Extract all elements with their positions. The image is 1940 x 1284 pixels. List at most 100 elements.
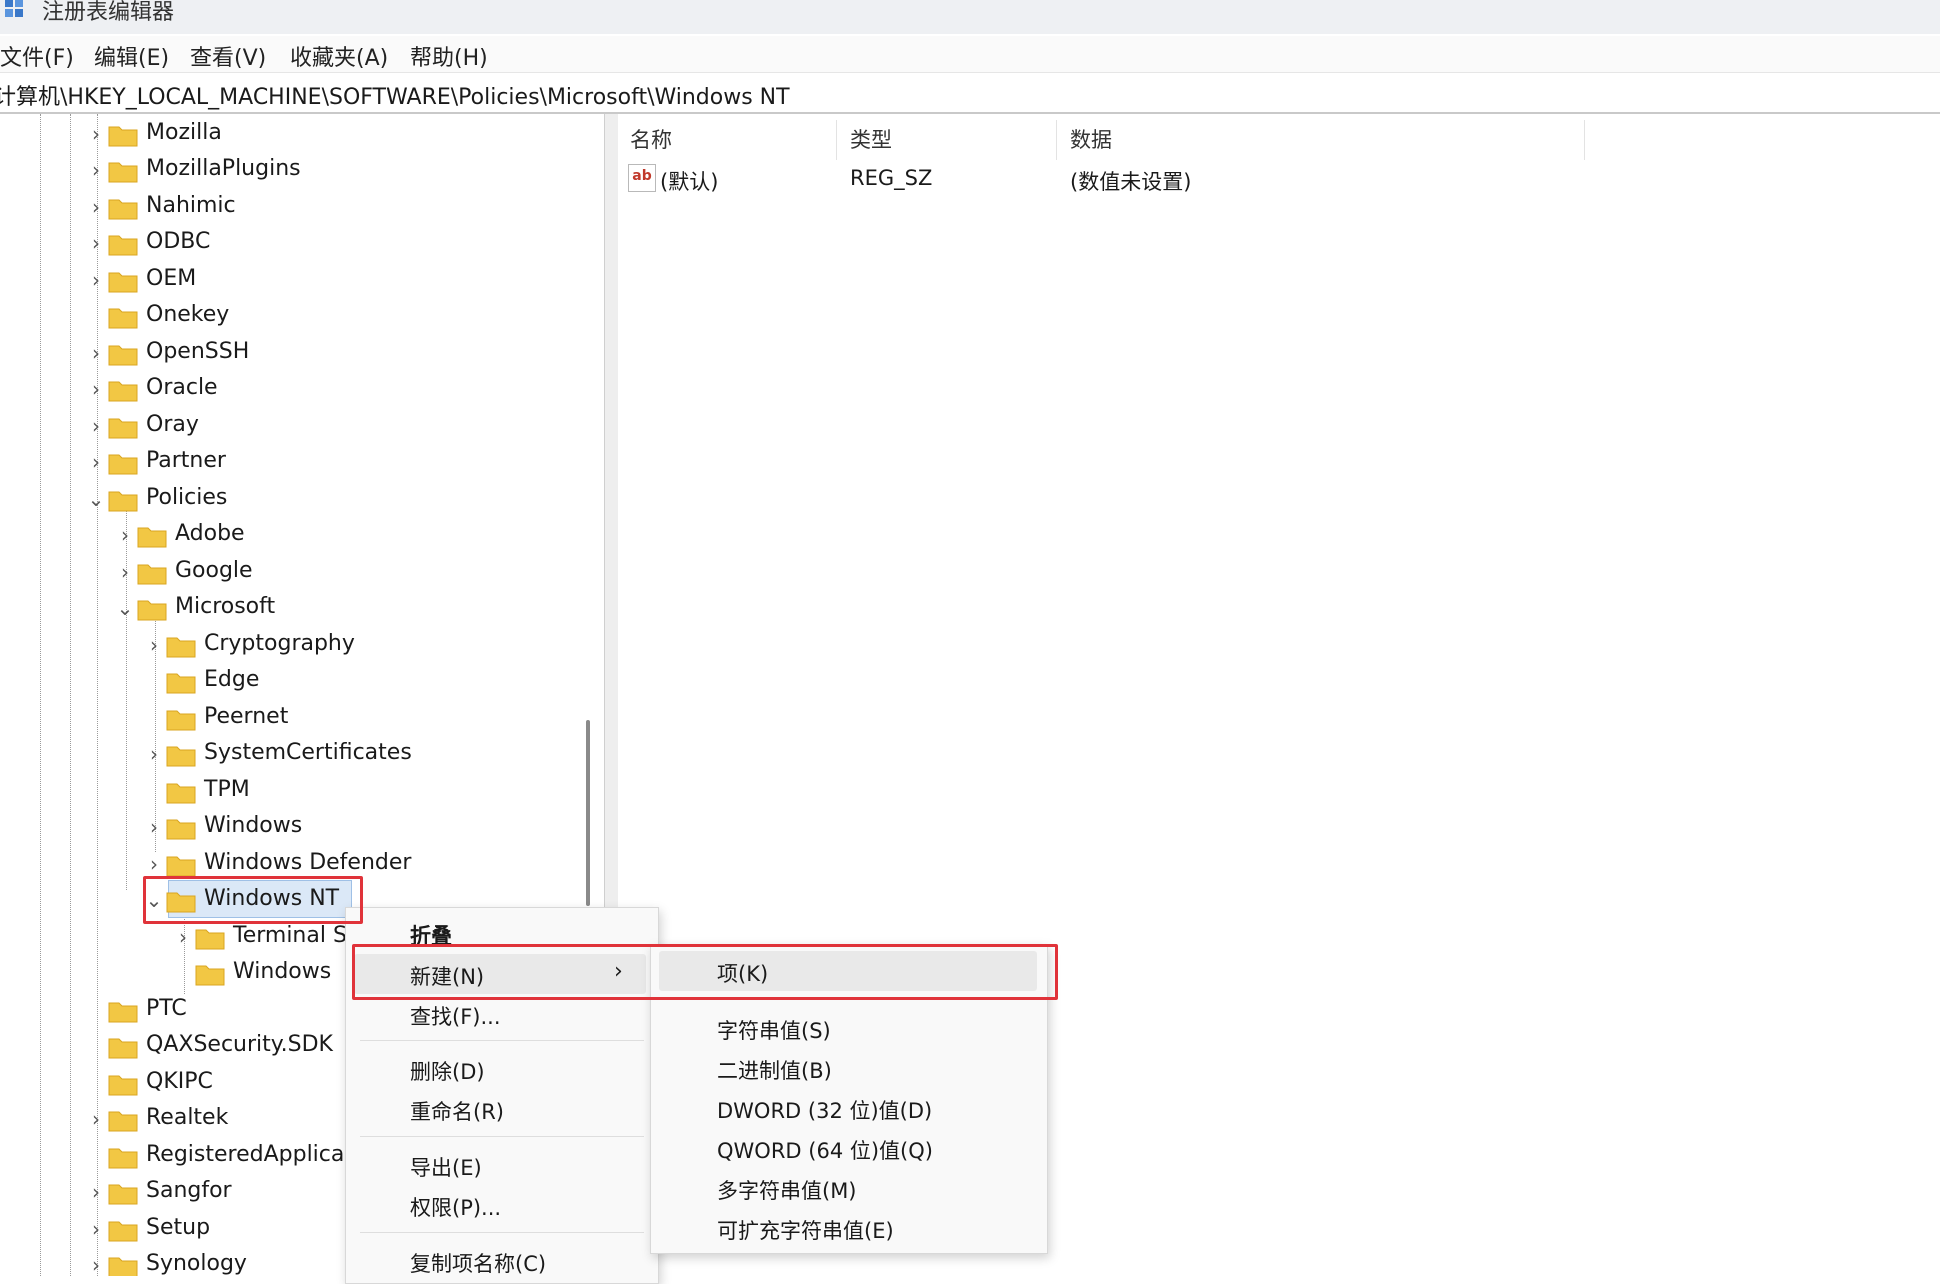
chevron-right-icon[interactable]: › bbox=[115, 558, 135, 586]
column-divider[interactable] bbox=[836, 120, 837, 160]
tree-item-label: ODBC bbox=[146, 229, 211, 254]
window-title: 注册表编辑器 bbox=[42, 0, 175, 25]
column-divider[interactable] bbox=[1056, 120, 1057, 160]
menu-separator bbox=[360, 1040, 644, 1041]
chevron-right-icon[interactable]: › bbox=[86, 229, 106, 257]
folder-icon bbox=[108, 126, 138, 147]
menu-separator bbox=[360, 1232, 644, 1233]
folder-icon bbox=[108, 1257, 138, 1276]
tree-item-label: Nahimic bbox=[146, 193, 236, 218]
chevron-right-icon[interactable]: › bbox=[86, 448, 106, 476]
tree-item-label: Windows bbox=[204, 813, 303, 838]
tree-item-label: OEM bbox=[146, 266, 197, 291]
tree-item-label: SystemCertificates bbox=[204, 740, 412, 765]
tree-item-label: Sangfor bbox=[146, 1178, 232, 1203]
folder-icon bbox=[195, 929, 225, 950]
menu-item-new-expandable-string[interactable]: 可扩充字符串值(E) bbox=[717, 1215, 894, 1245]
chevron-right-icon[interactable]: › bbox=[86, 1178, 106, 1206]
menu-item-export[interactable]: 导出(E) bbox=[410, 1152, 482, 1182]
menu-item-new-binary[interactable]: 二进制值(B) bbox=[717, 1055, 832, 1085]
folder-icon bbox=[108, 491, 138, 512]
menu-view[interactable]: 查看(V) bbox=[190, 40, 266, 72]
tree-item-label: Windows bbox=[233, 959, 332, 984]
tree-guide-line bbox=[70, 114, 71, 1276]
tree-item-label: Oracle bbox=[146, 375, 218, 400]
folder-icon bbox=[137, 527, 167, 548]
address-path[interactable]: 计算机\HKEY_LOCAL_MACHINE\SOFTWARE\Policies… bbox=[0, 79, 790, 111]
menu-edit[interactable]: 编辑(E) bbox=[94, 40, 169, 72]
annotation-highlight-box bbox=[143, 876, 363, 924]
menu-item-new-multi-string[interactable]: 多字符串值(M) bbox=[717, 1175, 857, 1205]
tree-item-label: RegisteredApplica bbox=[146, 1142, 345, 1167]
tree-item-label: Onekey bbox=[146, 302, 230, 327]
menu-help[interactable]: 帮助(H) bbox=[410, 40, 488, 72]
chevron-right-icon[interactable]: › bbox=[144, 740, 164, 768]
column-header-name[interactable]: 名称 bbox=[630, 124, 672, 154]
tree-item-label: Adobe bbox=[175, 521, 245, 546]
folder-icon bbox=[166, 710, 196, 731]
chevron-down-icon[interactable]: ⌄ bbox=[86, 485, 106, 513]
chevron-right-icon[interactable]: › bbox=[115, 521, 135, 549]
folder-icon bbox=[166, 783, 196, 804]
chevron-right-icon[interactable]: › bbox=[86, 120, 106, 148]
chevron-right-icon[interactable]: › bbox=[86, 1105, 106, 1133]
folder-icon bbox=[108, 1148, 138, 1169]
tree-item-label: Setup bbox=[146, 1215, 211, 1240]
folder-icon bbox=[108, 1184, 138, 1205]
menu-item-delete[interactable]: 删除(D) bbox=[410, 1056, 485, 1086]
tree-item-label: Policies bbox=[146, 485, 228, 510]
column-header-data[interactable]: 数据 bbox=[1070, 124, 1112, 154]
tree-item-label: Realtek bbox=[146, 1105, 229, 1130]
chevron-right-icon[interactable]: › bbox=[86, 339, 106, 367]
menu-item-find[interactable]: 查找(F)... bbox=[410, 1001, 501, 1031]
chevron-right-icon[interactable]: › bbox=[86, 412, 106, 440]
chevron-right-icon[interactable]: › bbox=[86, 156, 106, 184]
tree-item-label: Terminal S bbox=[233, 923, 347, 948]
chevron-right-icon[interactable]: › bbox=[86, 375, 106, 403]
menu-separator bbox=[360, 1136, 644, 1137]
column-header-type[interactable]: 类型 bbox=[850, 124, 892, 154]
menu-item-new-dword[interactable]: DWORD (32 位)值(D) bbox=[717, 1095, 932, 1125]
folder-icon bbox=[108, 381, 138, 402]
chevron-down-icon[interactable]: ⌄ bbox=[115, 594, 135, 622]
chevron-right-icon[interactable]: › bbox=[144, 631, 164, 659]
chevron-right-icon[interactable]: › bbox=[86, 193, 106, 221]
folder-icon bbox=[108, 418, 138, 439]
menu-item-copy-key-name[interactable]: 复制项名称(C) bbox=[410, 1248, 546, 1278]
column-divider[interactable] bbox=[1584, 120, 1585, 160]
chevron-right-icon[interactable]: › bbox=[86, 266, 106, 294]
folder-icon bbox=[108, 1002, 138, 1023]
annotation-highlight-box bbox=[352, 944, 1058, 1000]
title-bar: 注册表编辑器 bbox=[0, 0, 1940, 34]
menu-item-rename[interactable]: 重命名(R) bbox=[410, 1096, 504, 1126]
menu-item-new-qword[interactable]: QWORD (64 位)值(Q) bbox=[717, 1135, 933, 1165]
chevron-right-icon[interactable]: › bbox=[173, 923, 193, 951]
value-name: (默认) bbox=[660, 170, 719, 194]
tree-item-label: Peernet bbox=[204, 704, 289, 729]
folder-icon bbox=[108, 1038, 138, 1059]
menu-item-new-string[interactable]: 字符串值(S) bbox=[717, 1015, 831, 1045]
folder-icon bbox=[108, 235, 138, 256]
folder-icon bbox=[108, 1075, 138, 1096]
tree-item-label: Microsoft bbox=[175, 594, 276, 619]
tree-scrollbar-thumb[interactable] bbox=[586, 720, 590, 906]
menu-favorites[interactable]: 收藏夹(A) bbox=[290, 40, 388, 72]
chevron-right-icon[interactable]: › bbox=[144, 813, 164, 841]
tree-guide-line bbox=[40, 114, 41, 1276]
menu-file[interactable]: 文件(F) bbox=[0, 40, 74, 72]
tree-item-label: MozillaPlugins bbox=[146, 156, 301, 181]
folder-icon bbox=[166, 637, 196, 658]
tree-item-label: Mozilla bbox=[146, 120, 222, 145]
address-bar[interactable]: 计算机\HKEY_LOCAL_MACHINE\SOFTWARE\Policies… bbox=[0, 76, 1940, 114]
chevron-right-icon[interactable]: › bbox=[86, 1251, 106, 1276]
chevron-right-icon[interactable]: › bbox=[144, 850, 164, 878]
folder-icon bbox=[108, 199, 138, 220]
menu-item-permissions[interactable]: 权限(P)... bbox=[410, 1192, 501, 1222]
chevron-right-icon[interactable]: › bbox=[86, 1215, 106, 1243]
menu-bar: 文件(F) 编辑(E) 查看(V) 收藏夹(A) 帮助(H) bbox=[0, 36, 1940, 73]
tree-item-label: Windows Defender bbox=[204, 850, 412, 875]
folder-icon bbox=[166, 856, 196, 877]
folder-icon bbox=[137, 600, 167, 621]
tree-item-label: TPM bbox=[204, 777, 250, 802]
folder-icon bbox=[166, 819, 196, 840]
